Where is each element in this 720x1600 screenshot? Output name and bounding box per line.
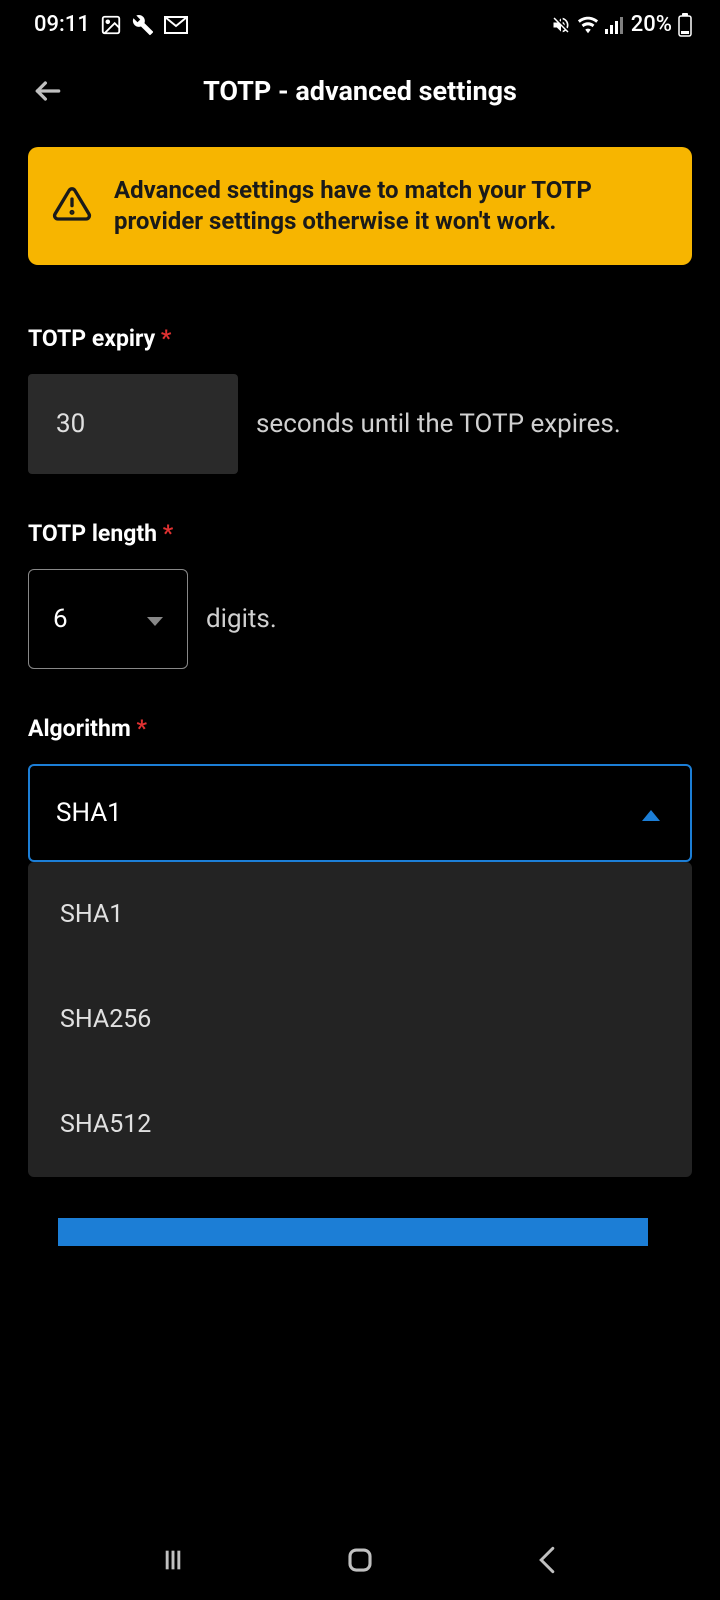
content: Advanced settings have to match your TOT… bbox=[0, 147, 720, 1177]
warning-banner: Advanced settings have to match your TOT… bbox=[28, 147, 692, 265]
length-suffix: digits. bbox=[206, 604, 277, 634]
algorithm-value: SHA1 bbox=[56, 798, 122, 828]
expiry-field: TOTP expiry * seconds until the TOTP exp… bbox=[28, 325, 692, 474]
recent-apps-button[interactable] bbox=[143, 1530, 203, 1590]
battery-percent: 20% bbox=[631, 12, 672, 37]
header: TOTP - advanced settings bbox=[0, 45, 720, 147]
algorithm-dropdown: SHA1 SHA256 SHA512 bbox=[28, 862, 692, 1177]
status-bar: 09:11 20% bbox=[0, 0, 720, 45]
expiry-suffix: seconds until the TOTP expires. bbox=[256, 409, 621, 439]
expiry-input[interactable] bbox=[28, 374, 238, 474]
chevron-up-icon bbox=[642, 798, 660, 828]
algorithm-option[interactable]: SHA256 bbox=[28, 967, 692, 1072]
status-time: 09:11 bbox=[34, 12, 90, 37]
status-left: 09:11 bbox=[34, 12, 188, 37]
mute-icon bbox=[551, 15, 571, 35]
length-field: TOTP length * 6 digits. bbox=[28, 520, 692, 669]
length-label: TOTP length * bbox=[28, 520, 692, 547]
wifi-icon bbox=[577, 16, 599, 34]
submit-button[interactable] bbox=[58, 1218, 648, 1246]
signal-icon bbox=[605, 16, 625, 34]
page-title: TOTP - advanced settings bbox=[28, 75, 692, 107]
chevron-down-icon bbox=[147, 604, 163, 634]
algorithm-option[interactable]: SHA512 bbox=[28, 1072, 692, 1177]
required-marker: * bbox=[136, 715, 146, 742]
battery-icon bbox=[678, 13, 692, 37]
warning-text: Advanced settings have to match your TOT… bbox=[114, 175, 666, 237]
algorithm-field: Algorithm * SHA1 SHA1 SHA256 SHA512 bbox=[28, 715, 692, 1177]
back-button[interactable] bbox=[28, 71, 68, 111]
algorithm-label: Algorithm * bbox=[28, 715, 692, 742]
algorithm-select[interactable]: SHA1 bbox=[28, 764, 692, 862]
length-select[interactable]: 6 bbox=[28, 569, 188, 669]
required-marker: * bbox=[163, 520, 173, 547]
wrench-icon bbox=[132, 14, 154, 36]
mail-icon bbox=[164, 16, 188, 34]
algorithm-option[interactable]: SHA1 bbox=[28, 862, 692, 967]
back-nav-button[interactable] bbox=[517, 1530, 577, 1590]
required-marker: * bbox=[161, 325, 171, 352]
home-button[interactable] bbox=[330, 1530, 390, 1590]
image-icon bbox=[100, 14, 122, 36]
navigation-bar bbox=[0, 1520, 720, 1600]
expiry-label: TOTP expiry * bbox=[28, 325, 692, 352]
warning-icon bbox=[52, 184, 92, 228]
length-value: 6 bbox=[53, 604, 68, 634]
status-right: 20% bbox=[551, 12, 692, 37]
